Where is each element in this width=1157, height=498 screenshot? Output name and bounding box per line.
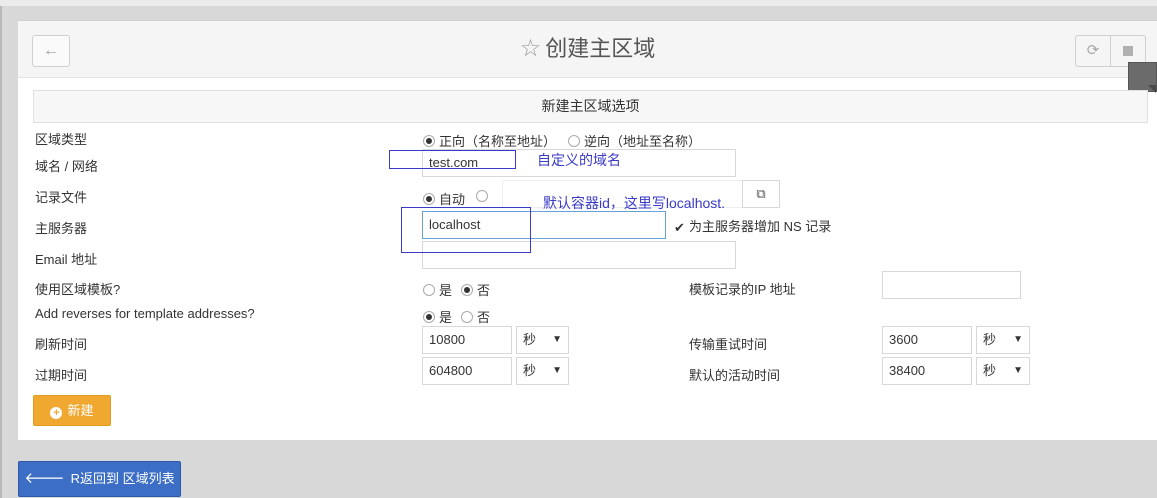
refresh-icon: ⟳ — [1086, 42, 1100, 59]
transfer-retry-unit-value: 秒 — [983, 332, 997, 347]
section-header: 新建主区域选项 — [33, 90, 1148, 123]
left-edge — [0, 6, 2, 498]
expiry-time-input[interactable]: 604800 — [422, 357, 512, 385]
radio-forward[interactable] — [423, 135, 435, 147]
side-tab[interactable] — [1128, 62, 1157, 93]
expiry-unit-select[interactable]: 秒 ▼ — [516, 357, 569, 385]
radio-reverses-yes[interactable] — [423, 311, 435, 323]
add-ns-option[interactable]: ✔ 为主服务器增加 NS 记录 — [674, 216, 831, 235]
radio-custom-file[interactable] — [476, 190, 488, 202]
top-strip — [0, 0, 1157, 6]
radio-template-yes[interactable] — [423, 284, 435, 296]
use-template-yes-text: 是 — [439, 283, 453, 298]
dropdown-arrow-icon: ▼ — [552, 365, 562, 376]
default-ttl-unit-select[interactable]: 秒 ▼ — [976, 357, 1030, 385]
use-template-no-option[interactable]: 否 — [461, 280, 490, 299]
zone-type-forward-option[interactable]: 正向（名称至地址） — [423, 131, 556, 150]
radio-auto[interactable] — [423, 193, 435, 205]
radio-template-no[interactable] — [461, 284, 473, 296]
copy-icon: ⧉ — [756, 186, 766, 201]
plus-circle-icon: + — [50, 407, 63, 419]
refresh-time-value: 10800 — [429, 332, 466, 347]
dropdown-arrow-icon: ▼ — [1013, 365, 1023, 376]
transfer-retry-label: 传输重试时间 — [689, 337, 768, 352]
return-to-zone-list-button[interactable]: 🡐 R返回到 区域列表 — [18, 461, 181, 497]
stop-icon — [1123, 46, 1133, 57]
add-reverses-yes-text: 是 — [439, 310, 453, 325]
zone-type-forward-text: 正向（名称至地址） — [439, 134, 557, 149]
star-icon[interactable]: ☆ — [520, 35, 542, 62]
default-ttl-unit-value: 秒 — [983, 363, 997, 378]
transfer-retry-value: 3600 — [889, 332, 918, 347]
transfer-retry-unit-select[interactable]: 秒 ▼ — [976, 326, 1030, 354]
record-file-custom-option[interactable] — [476, 189, 492, 204]
dropdown-arrow-icon: ▼ — [1013, 334, 1023, 345]
zone-type-reverse-option[interactable]: 逆向（地址至名称） — [568, 131, 701, 150]
refresh-unit-value: 秒 — [523, 332, 537, 347]
use-template-no-text: 否 — [477, 283, 491, 298]
expiry-unit-value: 秒 — [523, 363, 537, 378]
add-reverses-yes-option[interactable]: 是 — [423, 307, 452, 326]
arrow-left-icon: 🡐 — [24, 470, 65, 487]
add-reverses-label: Add reverses for template addresses? — [35, 306, 255, 321]
new-button-label: 新建 — [67, 403, 94, 418]
page-title-text: 创建主区域 — [545, 36, 656, 61]
zone-type-reverse-text: 逆向（地址至名称） — [584, 134, 702, 149]
template-ip-input[interactable] — [882, 271, 1021, 299]
refresh-time-label: 刷新时间 — [35, 337, 88, 352]
page-title: ☆ 创建主区域 — [18, 33, 1157, 65]
default-ttl-input[interactable]: 38400 — [882, 357, 972, 385]
domain-annotation-box — [389, 150, 516, 169]
radio-reverse[interactable] — [568, 135, 580, 147]
refresh-button[interactable]: ⟳ — [1075, 35, 1111, 67]
file-chooser-button[interactable]: ⧉ — [742, 180, 780, 208]
add-ns-text: 为主服务器增加 NS 记录 — [689, 219, 832, 234]
domain-label: 域名 / 网络 — [35, 159, 98, 174]
add-reverses-no-text: 否 — [477, 310, 491, 325]
default-ttl-value: 38400 — [889, 363, 926, 378]
email-label: Email 地址 — [35, 252, 98, 267]
expiry-time-value: 604800 — [429, 363, 473, 378]
panel-header: ← ☆ 创建主区域 ⟳ — [18, 21, 1157, 78]
zone-type-label: 区域类型 — [35, 132, 88, 147]
dropdown-arrow-icon: ▼ — [552, 334, 562, 345]
record-file-label: 记录文件 — [35, 190, 88, 205]
server-annotation-text: 默认容器id，这里写localhost. — [543, 195, 726, 211]
expiry-time-label: 过期时间 — [35, 368, 88, 383]
refresh-time-input[interactable]: 10800 — [422, 326, 512, 354]
radio-reverses-no[interactable] — [461, 311, 473, 323]
use-template-yes-option[interactable]: 是 — [423, 280, 452, 299]
domain-annotation-text: 自定义的域名 — [537, 152, 621, 168]
record-file-auto-text: 自动 — [439, 192, 466, 207]
use-template-label: 使用区域模板? — [35, 282, 121, 297]
add-ns-checkbox[interactable]: ✔ — [674, 221, 685, 234]
add-reverses-no-option[interactable]: 否 — [461, 307, 490, 326]
default-ttl-label: 默认的活动时间 — [689, 368, 781, 383]
refresh-unit-select[interactable]: 秒 ▼ — [516, 326, 569, 354]
master-server-label: 主服务器 — [35, 221, 88, 236]
new-button[interactable]: + 新建 — [33, 395, 111, 426]
server-annotation-box — [401, 207, 531, 253]
template-ip-label: 模板记录的IP 地址 — [689, 282, 796, 297]
record-file-auto-option[interactable]: 自动 — [423, 189, 465, 208]
return-button-label: R返回到 区域列表 — [70, 471, 175, 486]
transfer-retry-input[interactable]: 3600 — [882, 326, 972, 354]
